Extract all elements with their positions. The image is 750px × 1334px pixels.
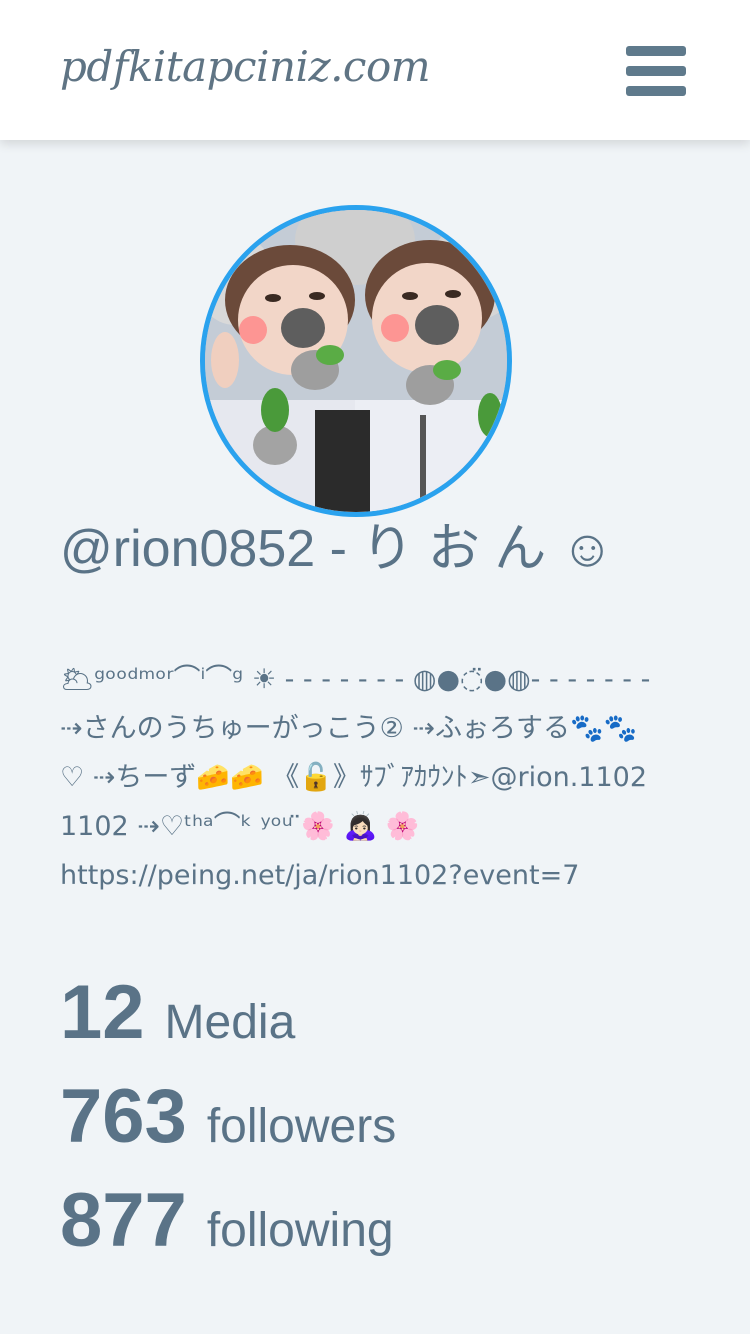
bio-text: 🌥ᵍᵒᵒᵈᵐᵒʳ⌒ⁱ⌒ᵍ ☀︎ ‐ ‐ ‐ ‐ ‐ ‐ ‐ ◍●◌̈●◍‐ ‐ … xyxy=(60,664,651,842)
menu-bar xyxy=(626,86,686,96)
stat-followers-count: 763 xyxy=(60,1074,187,1159)
stat-media-count: 12 xyxy=(60,970,145,1055)
top-header: pdfkitapciniz.com xyxy=(0,0,750,140)
stat-followers[interactable]: 763 followers xyxy=(60,1072,700,1176)
menu-bar xyxy=(626,46,686,56)
profile-avatar[interactable] xyxy=(200,205,512,517)
menu-bar xyxy=(626,66,686,76)
stat-media[interactable]: 12 Media xyxy=(60,968,700,1072)
profile-username: @rion0852 - り お ん ☺ xyxy=(60,520,614,578)
bio-link[interactable]: https://peing.net/ja/rion1102?event=7 xyxy=(60,851,660,900)
stat-media-label: Media xyxy=(164,996,296,1049)
stat-following[interactable]: 877 following xyxy=(60,1176,700,1280)
profile-bio: 🌥ᵍᵒᵒᵈᵐᵒʳ⌒ⁱ⌒ᵍ ☀︎ ‐ ‐ ‐ ‐ ‐ ‐ ‐ ◍●◌̈●◍‐ ‐ … xyxy=(60,655,660,900)
profile-stats: 12 Media 763 followers 877 following xyxy=(60,968,700,1280)
stat-followers-label: followers xyxy=(206,1100,397,1153)
stat-following-label: following xyxy=(206,1204,394,1257)
avatar-photo xyxy=(205,210,507,512)
hamburger-menu-icon[interactable] xyxy=(622,42,690,100)
site-logo[interactable]: pdfkitapciniz.com xyxy=(60,42,431,91)
stat-following-count: 877 xyxy=(60,1178,187,1263)
